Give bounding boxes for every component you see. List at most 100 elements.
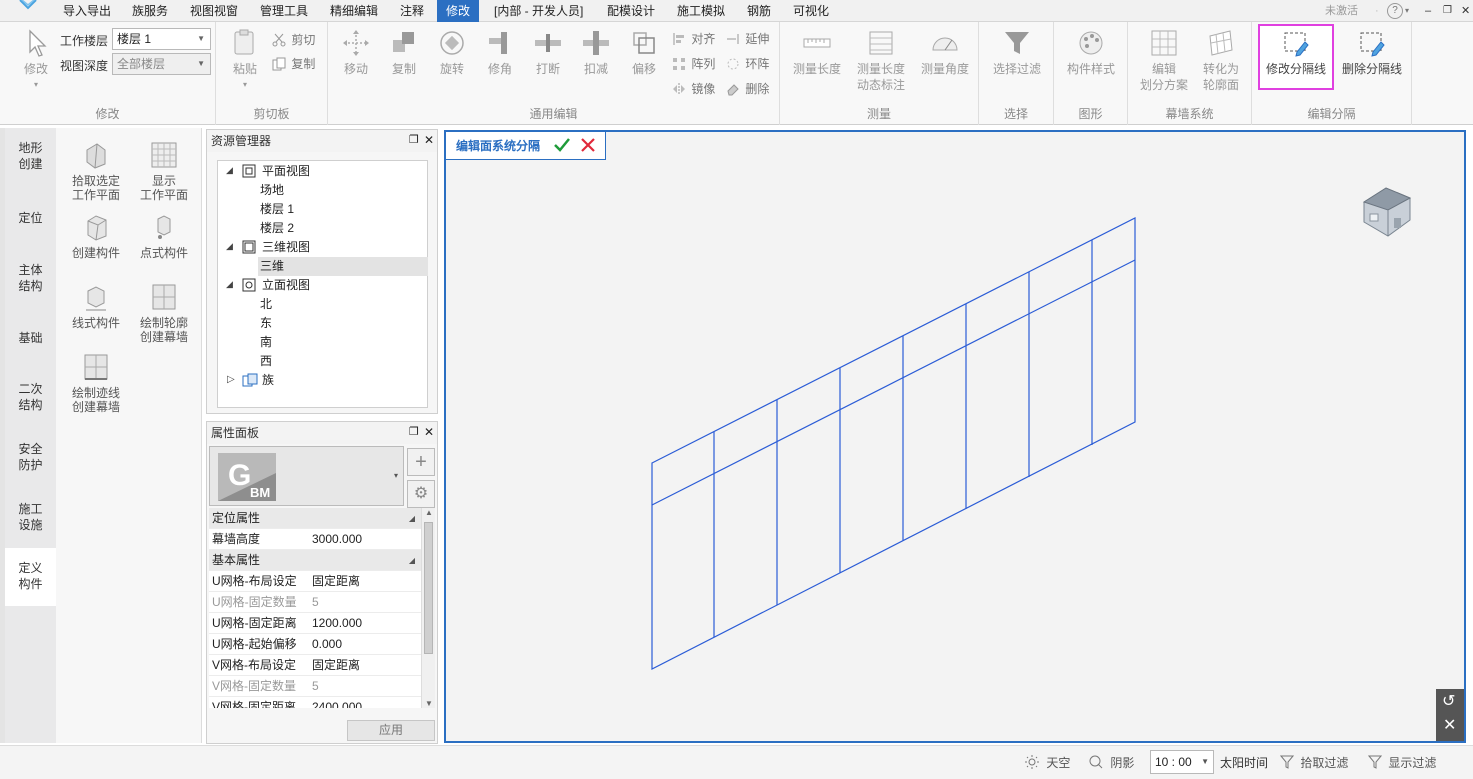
tree-item-3d-view[interactable]: 三维视图 (262, 238, 310, 257)
break-button[interactable]: 打断 (530, 28, 566, 77)
measure-length-button[interactable]: 测量长度 (790, 28, 844, 77)
tree-item-plan-view[interactable]: 平面视图 (262, 162, 310, 181)
tree-item-east[interactable]: 东 (260, 314, 272, 333)
apply-button[interactable]: 应用 (347, 720, 435, 741)
menu-rebar[interactable]: 钢筋 (741, 0, 777, 22)
table-row[interactable]: V网格-固定数量 5 (209, 676, 421, 697)
menu-formwork-design[interactable]: 配模设计 (601, 0, 661, 22)
menu-construction-sim[interactable]: 施工模拟 (671, 0, 731, 22)
subtract-button[interactable]: 扣减 (578, 28, 614, 77)
select-filter-button[interactable]: 选择过滤 (989, 28, 1045, 77)
sky-toggle[interactable]: 天空 (1024, 753, 1070, 773)
line-component-button[interactable]: 线式构件 (62, 282, 130, 330)
close-icon[interactable]: ✕ (1461, 0, 1470, 22)
delete-button[interactable]: 删除 (726, 79, 769, 99)
offset-button[interactable]: 偏移 (626, 28, 662, 77)
convert-profile-button[interactable]: 转化为 轮廓面 (1194, 28, 1248, 93)
shadow-toggle[interactable]: 阴影 (1088, 753, 1134, 773)
tree-item-floor-1[interactable]: 楼层 1 (260, 200, 294, 219)
move-button[interactable]: 移动 (338, 28, 374, 77)
tree-item-north[interactable]: 北 (260, 295, 272, 314)
paste-dropdown-icon[interactable]: ▾ (228, 77, 262, 93)
table-row[interactable]: U网格-起始偏移 0.000 (209, 634, 421, 655)
menu-view-window[interactable]: 视图视窗 (184, 0, 244, 22)
paste-button[interactable]: 粘贴 ▾ (228, 28, 262, 93)
tree-item-3d[interactable]: 三维 (258, 257, 428, 276)
view-depth-select[interactable]: 全部楼层 ▼ (112, 53, 211, 75)
close-view-icon[interactable]: ✕ (1443, 715, 1456, 735)
mirror-button[interactable]: 镜像 (672, 79, 715, 99)
modify-divider-button[interactable]: 修改分隔线 (1258, 24, 1334, 90)
show-work-plane-button[interactable]: 显示 工作平面 (130, 140, 198, 202)
section-basic-properties[interactable]: 基本属性 ◢ (209, 550, 421, 571)
tab-construction-facilities[interactable]: 施工 设施 (5, 501, 56, 533)
gear-icon[interactable]: ⚙ (407, 480, 435, 508)
type-selector[interactable]: G BM ▾ (209, 446, 404, 506)
grid-line-horizontal[interactable] (651, 259, 1136, 506)
copy-small-button[interactable]: 复制 (272, 54, 315, 74)
tree-collapse-icon[interactable]: ◢ (226, 165, 233, 176)
tab-define-component[interactable]: 定义 构件 (5, 548, 56, 606)
table-row[interactable]: U网格-固定距离 1200.000 (209, 613, 421, 634)
table-row[interactable]: 幕墙高度 3000.000 (209, 529, 421, 550)
tab-terrain-create[interactable]: 地形 创建 (5, 140, 56, 172)
pick-filter-button[interactable]: 拾取过滤 (1279, 753, 1348, 773)
menu-import-export[interactable]: 导入导出 (57, 0, 117, 22)
app-logo-icon[interactable] (8, 0, 48, 20)
rotate-button[interactable]: 旋转 (434, 28, 470, 77)
table-row[interactable]: V网格-布局设定 固定距离 (209, 655, 421, 676)
menu-fine-edit[interactable]: 精细编辑 (324, 0, 384, 22)
draw-trace-curtain-button[interactable]: 绘制迹线 创建幕墙 (62, 352, 130, 414)
float-panel-icon[interactable]: ❐ (409, 133, 419, 146)
table-row[interactable]: V网格-固定距离 2400.000 (209, 697, 421, 708)
menu-family-service[interactable]: 族服务 (126, 0, 174, 22)
restore-icon[interactable]: ❐ (1443, 0, 1452, 22)
section-position-properties[interactable]: 定位属性 ◢ (209, 508, 421, 529)
draw-outline-curtain-button[interactable]: 绘制轮廓 创建幕墙 (130, 282, 198, 344)
help-dropdown-icon[interactable]: ▾ (1405, 0, 1409, 22)
trim-button[interactable]: 修角 (482, 28, 518, 77)
table-row[interactable]: U网格-布局设定 固定距离 (209, 571, 421, 592)
tab-safety-protection[interactable]: 安全 防护 (5, 441, 56, 473)
ring-array-button[interactable]: 环阵 (726, 54, 769, 74)
tab-positioning[interactable]: 定位 (5, 210, 56, 226)
tree-item-elevation-view[interactable]: 立面视图 (262, 276, 310, 295)
menu-modify[interactable]: 修改 (437, 0, 479, 22)
scroll-up-icon[interactable]: ▲ (425, 508, 433, 517)
menu-internal-developer[interactable]: [内部 - 开发人员] (488, 0, 589, 22)
add-type-icon[interactable]: + (407, 448, 435, 476)
array-button[interactable]: 阵列 (672, 54, 715, 74)
modify-button[interactable]: 修改 ▾ (18, 28, 54, 93)
copy-button[interactable]: 复制 (386, 28, 422, 77)
3d-viewport[interactable]: 编辑面系统分隔 ↺ ✕ (444, 130, 1466, 743)
cut-button[interactable]: 剪切 (272, 30, 315, 50)
delete-divider-button[interactable]: 删除分隔线 (1336, 30, 1408, 77)
table-row[interactable]: U网格-固定数量 5 (209, 592, 421, 613)
create-component-button[interactable]: 创建构件 (62, 212, 130, 260)
tree-collapse-icon[interactable]: ◢ (226, 279, 233, 290)
point-component-button[interactable]: 点式构件 (130, 212, 198, 260)
tree-item-south[interactable]: 南 (260, 333, 272, 352)
tab-main-structure[interactable]: 主体 结构 (5, 262, 56, 294)
curtain-wall-outline[interactable] (651, 217, 1136, 670)
align-button[interactable]: 对齐 (672, 29, 715, 49)
help-icon[interactable]: ? (1387, 3, 1403, 19)
tree-item-site[interactable]: 场地 (260, 181, 284, 200)
tree-expand-icon[interactable]: ▷ (227, 374, 235, 385)
display-filter-button[interactable]: 显示过滤 (1367, 753, 1436, 773)
scrollbar-thumb[interactable] (424, 522, 433, 654)
menu-annotation[interactable]: 注释 (394, 0, 430, 22)
minimize-icon[interactable]: – (1425, 0, 1431, 22)
float-panel-icon[interactable]: ❐ (409, 425, 419, 438)
time-select[interactable]: 10 : 00 ▼ (1150, 750, 1214, 774)
close-panel-icon[interactable]: ✕ (424, 425, 434, 439)
extend-button[interactable]: 延伸 (726, 29, 769, 49)
reset-view-icon[interactable]: ↺ (1442, 691, 1455, 711)
menu-visualization[interactable]: 可视化 (787, 0, 835, 22)
measure-dynamic-button[interactable]: 测量长度 动态标注 (852, 28, 910, 93)
properties-scrollbar[interactable]: ▲ ▼ (421, 508, 435, 708)
menu-management-tools[interactable]: 管理工具 (254, 0, 314, 22)
pick-work-plane-button[interactable]: 拾取选定 工作平面 (62, 140, 130, 202)
edit-division-scheme-button[interactable]: 编辑 划分方案 (1138, 28, 1190, 93)
view-cube-house-icon[interactable] (1356, 180, 1418, 242)
